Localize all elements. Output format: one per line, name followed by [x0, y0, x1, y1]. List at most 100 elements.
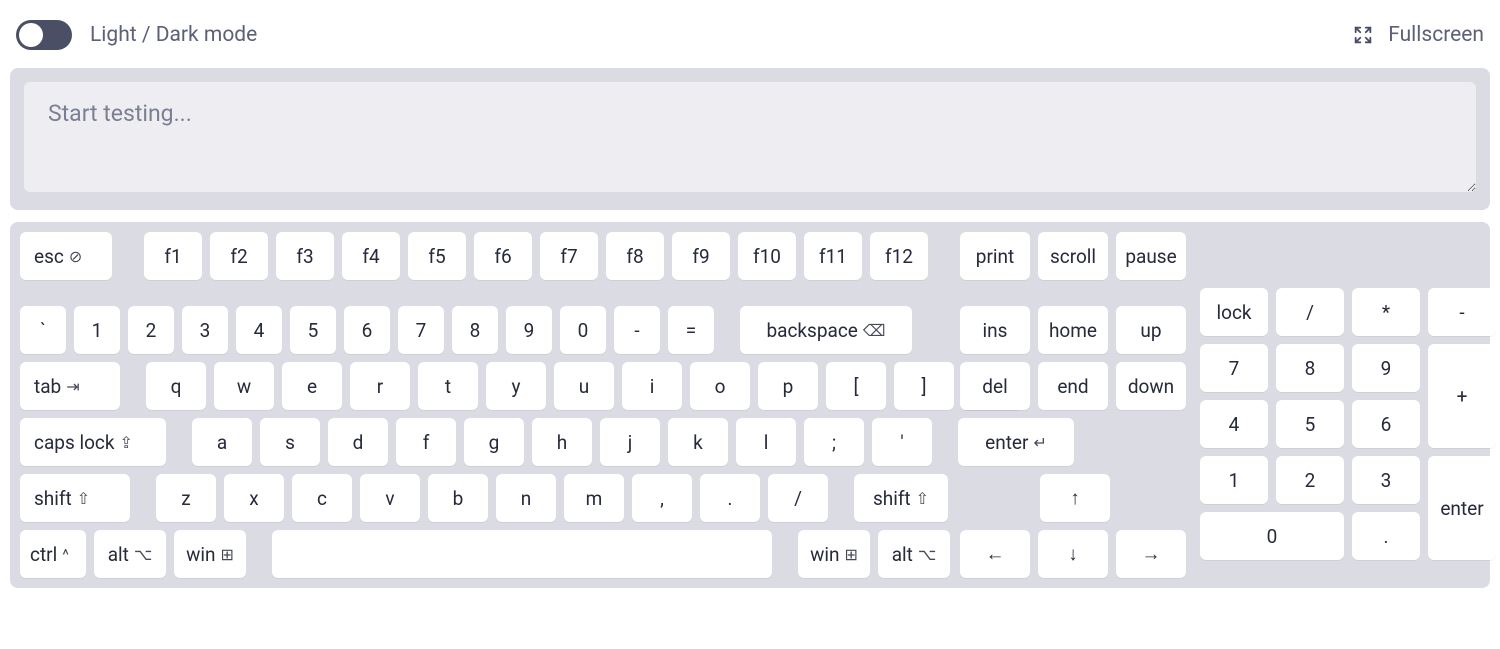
key-a[interactable]: a — [192, 418, 252, 466]
key-m[interactable]: m — [564, 474, 624, 522]
key-1[interactable]: 1 — [74, 306, 120, 354]
key-f[interactable]: f — [396, 418, 456, 466]
key-np-2[interactable]: 2 — [1276, 456, 1344, 504]
key-np-7[interactable]: 7 — [1200, 344, 1268, 392]
key-c[interactable]: c — [292, 474, 352, 522]
key-f2[interactable]: f2 — [210, 232, 268, 280]
key-arrow-down[interactable]: ↓ — [1038, 530, 1108, 578]
key-7[interactable]: 7 — [398, 306, 444, 354]
key-g[interactable]: g — [464, 418, 524, 466]
key-end[interactable]: end — [1038, 362, 1108, 410]
key-win-right[interactable]: win ⊞ — [798, 530, 870, 578]
key-np-1[interactable]: 1 — [1200, 456, 1268, 504]
key-pagedown[interactable]: down — [1116, 362, 1186, 410]
key-np-minus[interactable]: - — [1428, 288, 1496, 336]
key-bracket-right[interactable]: ] — [894, 362, 954, 410]
key-e[interactable]: e — [282, 362, 342, 410]
key-equals[interactable]: = — [668, 306, 714, 354]
key-np-slash[interactable]: / — [1276, 288, 1344, 336]
key-f8[interactable]: f8 — [606, 232, 664, 280]
key-np-3[interactable]: 3 — [1352, 456, 1420, 504]
key-arrow-right[interactable]: → — [1116, 530, 1186, 578]
key-numlock[interactable]: lock — [1200, 288, 1268, 336]
key-2[interactable]: 2 — [128, 306, 174, 354]
key-capslock[interactable]: caps lock ⇪ — [20, 418, 166, 466]
key-period[interactable]: . — [700, 474, 760, 522]
key-np-6[interactable]: 6 — [1352, 400, 1420, 448]
key-5[interactable]: 5 — [290, 306, 336, 354]
key-i[interactable]: i — [622, 362, 682, 410]
key-np-0[interactable]: 0 — [1200, 512, 1344, 560]
key-f1[interactable]: f1 — [144, 232, 202, 280]
key-f7[interactable]: f7 — [540, 232, 598, 280]
key-np-enter[interactable]: enter — [1428, 456, 1496, 560]
key-x[interactable]: x — [224, 474, 284, 522]
key-ins[interactable]: ins — [960, 306, 1030, 354]
key-alt-left[interactable]: alt ⌥ — [94, 530, 166, 578]
key-arrow-left[interactable]: ← — [960, 530, 1030, 578]
key-backspace[interactable]: backspace ⌫ — [740, 306, 912, 354]
key-minus[interactable]: - — [614, 306, 660, 354]
key-d[interactable]: d — [328, 418, 388, 466]
key-tab[interactable]: tab ⇥ — [20, 362, 120, 410]
key-l[interactable]: l — [736, 418, 796, 466]
key-shift-left[interactable]: shift ⇧ — [20, 474, 130, 522]
key-f4[interactable]: f4 — [342, 232, 400, 280]
key-backtick[interactable]: ` — [20, 306, 66, 354]
key-n[interactable]: n — [496, 474, 556, 522]
key-t[interactable]: t — [418, 362, 478, 410]
key-h[interactable]: h — [532, 418, 592, 466]
key-v[interactable]: v — [360, 474, 420, 522]
key-print[interactable]: print — [960, 232, 1030, 280]
key-r[interactable]: r — [350, 362, 410, 410]
key-f9[interactable]: f9 — [672, 232, 730, 280]
key-4[interactable]: 4 — [236, 306, 282, 354]
key-f10[interactable]: f10 — [738, 232, 796, 280]
key-esc[interactable]: esc ⊘ — [20, 232, 112, 280]
key-pause[interactable]: pause — [1116, 232, 1186, 280]
key-del[interactable]: del — [960, 362, 1030, 410]
key-ctrl[interactable]: ctrl ^ — [20, 530, 86, 578]
key-np-8[interactable]: 8 — [1276, 344, 1344, 392]
key-semicolon[interactable]: ; — [804, 418, 864, 466]
key-f5[interactable]: f5 — [408, 232, 466, 280]
key-np-4[interactable]: 4 — [1200, 400, 1268, 448]
key-np-plus[interactable]: + — [1428, 344, 1496, 448]
key-6[interactable]: 6 — [344, 306, 390, 354]
key-o[interactable]: o — [690, 362, 750, 410]
key-s[interactable]: s — [260, 418, 320, 466]
key-shift-right[interactable]: shift ⇧ — [854, 474, 948, 522]
key-pageup[interactable]: up — [1116, 306, 1186, 354]
key-win-left[interactable]: win ⊞ — [174, 530, 246, 578]
key-f6[interactable]: f6 — [474, 232, 532, 280]
key-9[interactable]: 9 — [506, 306, 552, 354]
key-k[interactable]: k — [668, 418, 728, 466]
key-home[interactable]: home — [1038, 306, 1108, 354]
key-f11[interactable]: f11 — [804, 232, 862, 280]
key-w[interactable]: w — [214, 362, 274, 410]
key-z[interactable]: z — [156, 474, 216, 522]
key-np-9[interactable]: 9 — [1352, 344, 1420, 392]
key-p[interactable]: p — [758, 362, 818, 410]
key-u[interactable]: u — [554, 362, 614, 410]
key-bracket-left[interactable]: [ — [826, 362, 886, 410]
key-y[interactable]: y — [486, 362, 546, 410]
key-j[interactable]: j — [600, 418, 660, 466]
key-arrow-up[interactable]: ↑ — [1040, 474, 1110, 522]
key-3[interactable]: 3 — [182, 306, 228, 354]
key-comma[interactable]: , — [632, 474, 692, 522]
key-8[interactable]: 8 — [452, 306, 498, 354]
key-alt-right[interactable]: alt ⌥ — [878, 530, 950, 578]
key-space[interactable] — [272, 530, 772, 578]
key-f3[interactable]: f3 — [276, 232, 334, 280]
key-q[interactable]: q — [146, 362, 206, 410]
key-quote[interactable]: ' — [872, 418, 932, 466]
test-input[interactable] — [24, 82, 1476, 192]
key-np-dot[interactable]: . — [1352, 512, 1420, 560]
key-np-star[interactable]: * — [1352, 288, 1420, 336]
key-slash[interactable]: / — [768, 474, 828, 522]
key-b[interactable]: b — [428, 474, 488, 522]
fullscreen-button[interactable]: Fullscreen — [1352, 23, 1484, 47]
key-0[interactable]: 0 — [560, 306, 606, 354]
key-scroll[interactable]: scroll — [1038, 232, 1108, 280]
